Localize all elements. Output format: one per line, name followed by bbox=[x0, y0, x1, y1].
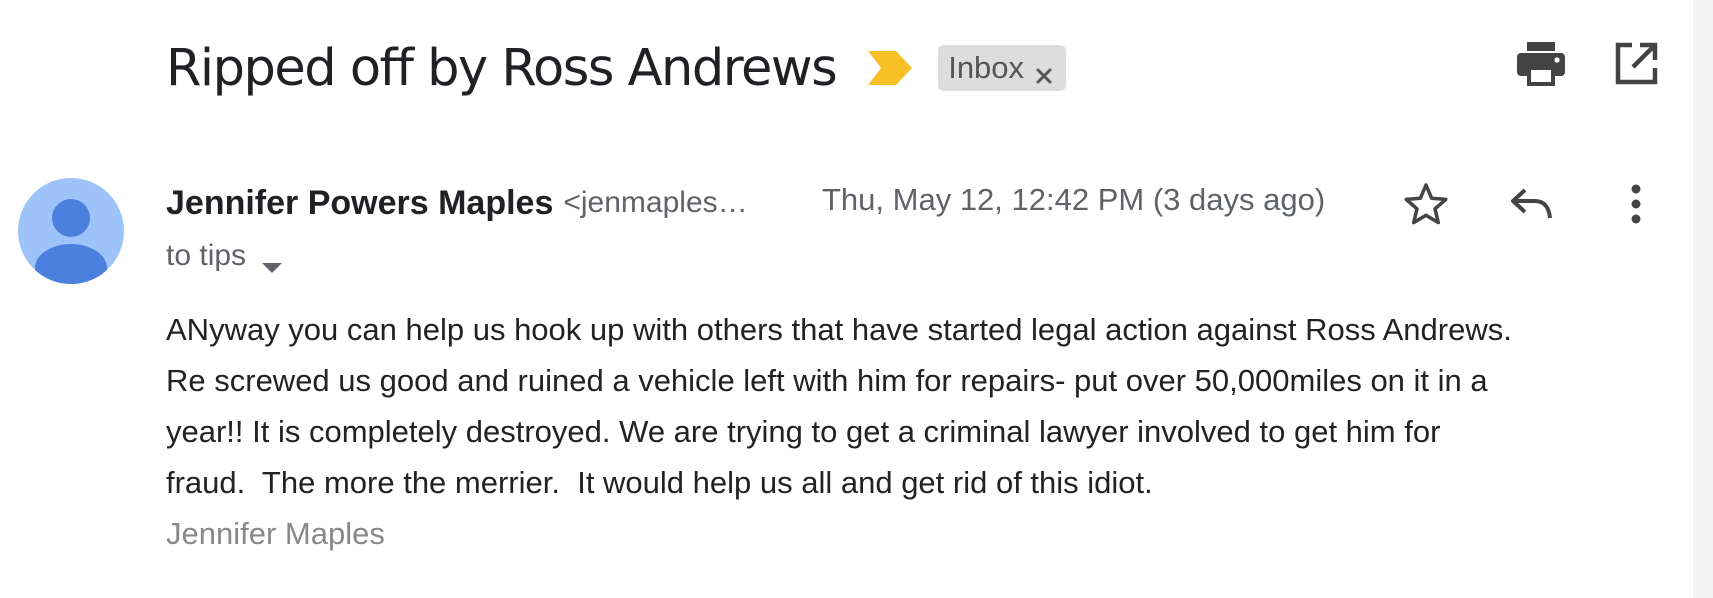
open-in-new-window-icon bbox=[1614, 42, 1658, 91]
sender-name[interactable]: Jennifer Powers Maples bbox=[166, 184, 553, 223]
subject-row: Ripped off by Ross Andrews Inbox bbox=[166, 26, 1067, 110]
more-options-icon bbox=[1630, 184, 1642, 229]
recipient-text: to tips bbox=[166, 239, 247, 272]
email-subject: Ripped off by Ross Andrews bbox=[166, 38, 838, 98]
open-in-new-window-button[interactable] bbox=[1610, 40, 1662, 92]
print-icon bbox=[1517, 41, 1565, 91]
body-line: year!! It is completely destroyed. We ar… bbox=[166, 414, 1441, 449]
sender-email: <jenmaples… bbox=[563, 186, 748, 219]
remove-label-icon[interactable] bbox=[1034, 58, 1054, 84]
message-body: ANyway you can help us hook up with othe… bbox=[166, 304, 1666, 559]
star-icon bbox=[1403, 182, 1449, 231]
importance-marker-icon[interactable] bbox=[868, 51, 913, 85]
sender-avatar[interactable] bbox=[18, 178, 124, 284]
label-chip-text: Inbox bbox=[948, 50, 1025, 85]
more-options-button[interactable] bbox=[1610, 180, 1662, 232]
reply-button[interactable] bbox=[1505, 180, 1557, 232]
reply-icon bbox=[1509, 187, 1553, 226]
recipient-details-toggle[interactable]: to tips bbox=[166, 236, 284, 276]
body-line: fraud. The more the merrier. It would he… bbox=[166, 465, 1153, 500]
body-line: ANyway you can help us hook up with othe… bbox=[166, 312, 1512, 347]
inbox-label-chip: Inbox bbox=[938, 45, 1067, 91]
sender-row: Jennifer Powers Maples <jenmaples… bbox=[166, 180, 748, 226]
signature: Jennifer Maples bbox=[166, 516, 385, 551]
message-date: Thu, May 12, 12:42 PM (3 days ago) bbox=[822, 182, 1326, 217]
chevron-down-icon bbox=[260, 249, 284, 273]
star-button[interactable] bbox=[1400, 180, 1452, 232]
body-line: Re screwed us good and ruined a vehicle … bbox=[166, 363, 1488, 398]
scrollbar-track[interactable] bbox=[1693, 0, 1713, 598]
print-button[interactable] bbox=[1515, 40, 1567, 92]
